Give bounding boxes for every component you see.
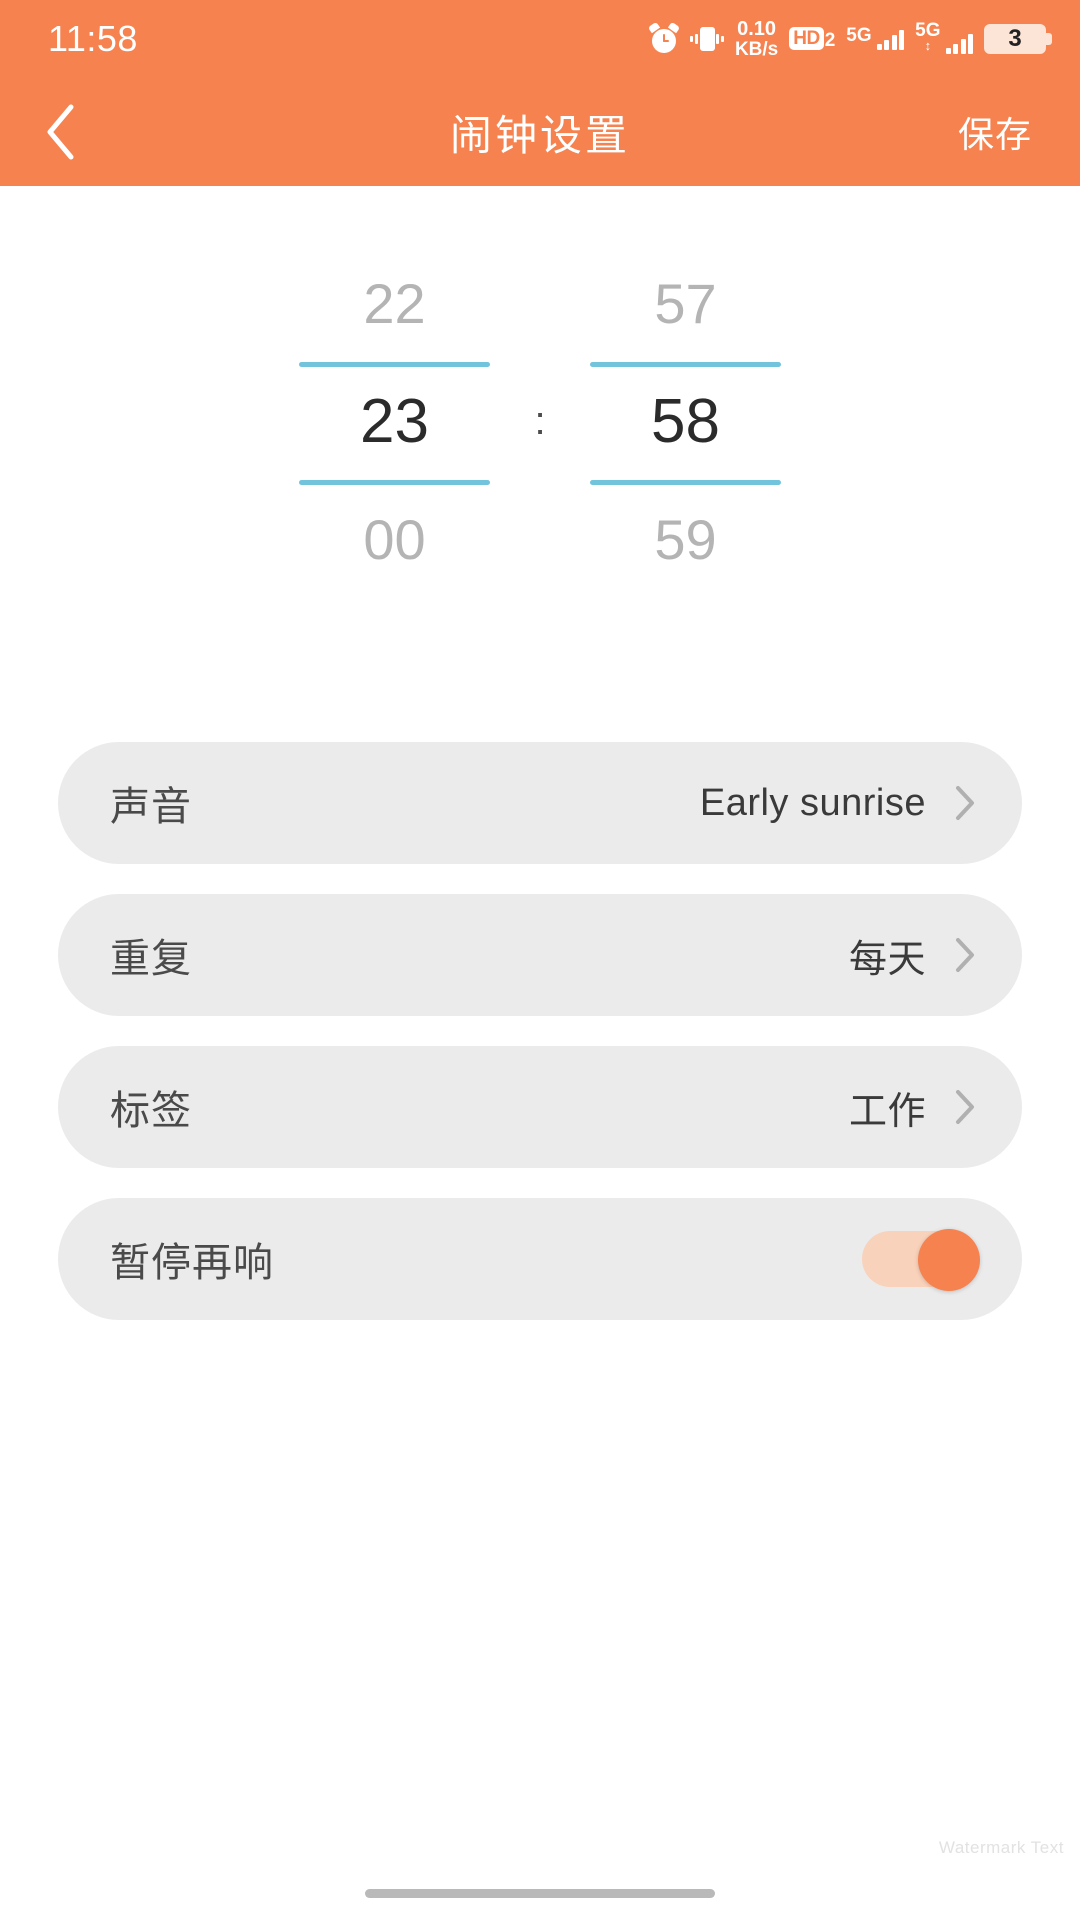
setting-row-sound[interactable]: 声音 Early sunrise <box>58 742 1022 864</box>
setting-row-label-value: 工作 <box>848 1090 926 1133</box>
hour-option-previous[interactable]: 22 <box>297 244 492 362</box>
status-bar: 11:58 0.10 KB/s HD 2 5G 5G ↕ 3 <box>0 0 1080 78</box>
app-header: 闹钟设置 保存 <box>0 78 1080 186</box>
hd-icon: HD 2 <box>789 27 836 52</box>
home-indicator[interactable] <box>365 1889 715 1898</box>
chevron-right-icon <box>952 1087 978 1127</box>
network-speed-unit: KB/s <box>734 38 779 60</box>
minute-picker-wheel[interactable]: 57 58 59 <box>588 244 783 598</box>
setting-row-repeat[interactable]: 重复 每天 <box>58 894 1022 1016</box>
network-speed-indicator: 0.10 KB/s <box>735 19 778 59</box>
setting-row-repeat-label: 重复 <box>110 937 192 981</box>
watermark-text: Watermark Text <box>938 1838 1064 1857</box>
hd-label: HD <box>789 27 824 51</box>
setting-row-snooze-label: 暂停再响 <box>110 1241 274 1285</box>
minute-option-next[interactable]: 59 <box>588 480 783 598</box>
settings-list: 声音 Early sunrise 重复 每天 标签 工作 暂停再响 <box>0 742 1080 1320</box>
setting-row-label[interactable]: 标签 工作 <box>58 1046 1022 1168</box>
time-separator: : <box>534 398 546 443</box>
setting-row-sound-value: Early sunrise <box>699 781 926 824</box>
setting-row-label-label: 标签 <box>110 1089 192 1133</box>
sim2-network-label: 5G <box>915 21 940 52</box>
hour-selection-rule-top <box>299 362 490 367</box>
minute-option-selected[interactable]: 58 <box>588 362 783 480</box>
back-button[interactable] <box>0 78 120 186</box>
minute-selection-rule-bottom <box>590 480 781 485</box>
chevron-right-icon <box>952 935 978 975</box>
page-title: 闹钟设置 <box>449 111 630 159</box>
signal-bars-sim2 <box>945 32 973 55</box>
snooze-toggle-switch[interactable] <box>862 1229 980 1291</box>
signal-bars-sim1 <box>876 28 905 50</box>
hd-sim-number: 2 <box>824 30 836 52</box>
chevron-left-icon <box>43 103 77 161</box>
minute-option-previous[interactable]: 57 <box>588 244 783 362</box>
sim1-network-label: 5G <box>846 24 872 46</box>
vibrate-icon <box>689 24 724 54</box>
snooze-toggle-knob <box>918 1229 980 1291</box>
hour-picker-wheel[interactable]: 22 23 00 <box>297 244 492 598</box>
setting-row-repeat-value: 每天 <box>848 938 926 981</box>
signal-icon-sim1: 5G <box>846 24 905 50</box>
signal-icon-sim2: 5G <box>915 21 973 55</box>
alarm-icon <box>647 21 681 54</box>
status-bar-icons: 0.10 KB/s HD 2 5G 5G 3 <box>647 19 1052 59</box>
save-button[interactable]: 保存 <box>958 106 1032 158</box>
time-picker: 22 23 00 : 57 58 59 <box>0 186 1080 656</box>
hour-option-next[interactable]: 00 <box>297 480 492 598</box>
battery-icon: 3 <box>984 23 1052 54</box>
setting-row-sound-label: 声音 <box>110 785 192 829</box>
status-bar-clock: 11:58 <box>48 18 138 59</box>
battery-level-text: 3 <box>1008 24 1022 52</box>
setting-row-snooze: 暂停再响 <box>58 1198 1022 1320</box>
alarm-settings-screen: 11:58 0.10 KB/s HD 2 5G 5G ↕ 3 闹钟设置 保存 2… <box>0 0 1080 1920</box>
hour-selection-rule-bottom <box>299 480 490 485</box>
minute-selection-rule-top <box>590 362 781 367</box>
network-speed-value: 0.10 <box>737 18 777 41</box>
chevron-right-icon <box>952 783 978 823</box>
hour-option-selected[interactable]: 23 <box>297 362 492 480</box>
